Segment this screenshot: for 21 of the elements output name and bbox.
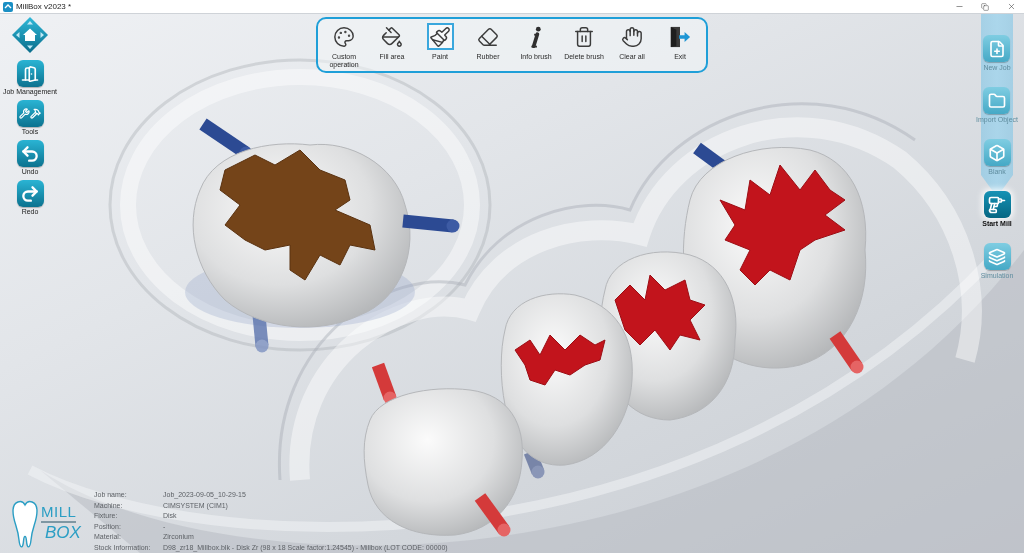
cube-icon: [983, 139, 1011, 166]
pin: [829, 331, 864, 374]
tooth-logo-icon: [10, 500, 40, 550]
layers-icon: [983, 243, 1011, 270]
folder-icon: [983, 87, 1011, 114]
logo-text: MILL: [41, 504, 77, 523]
window-title: MillBox v2023 *: [16, 1, 72, 12]
door-icon: [16, 60, 44, 87]
redo-icon: [16, 180, 44, 207]
pin: [402, 214, 460, 233]
pin: [371, 362, 397, 405]
pin: [474, 493, 511, 537]
home-icon: [12, 17, 48, 53]
home-button[interactable]: [12, 17, 48, 53]
tools-icon: [16, 100, 44, 127]
new-file-icon: [983, 35, 1011, 62]
drill-icon: [983, 191, 1011, 218]
undo-icon: [16, 140, 44, 167]
close-icon: [1006, 2, 1016, 11]
logo-text: BOX: [45, 524, 81, 542]
restore-icon: [981, 2, 989, 11]
